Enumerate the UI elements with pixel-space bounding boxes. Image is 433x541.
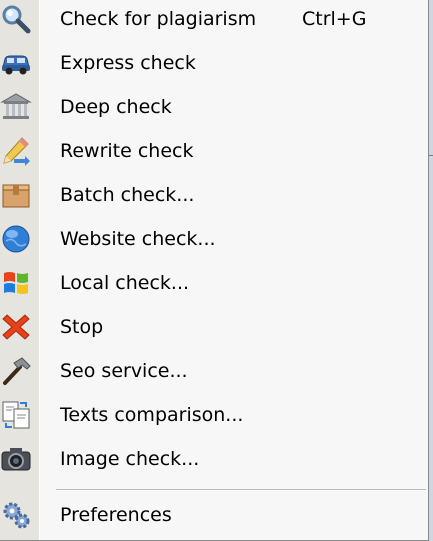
menu-separator <box>56 489 426 491</box>
menu-item-label: Deep check <box>60 96 172 118</box>
menu-item-label: Batch check... <box>60 184 195 206</box>
menu-item-label: Rewrite check <box>60 140 194 162</box>
menu-item-image-check[interactable]: Image check... <box>0 437 429 481</box>
windows-logo-icon <box>0 267 32 299</box>
menu-item-website-check[interactable]: Website check... <box>0 217 429 261</box>
context-menu: Check for plagiarism Ctrl+G Express chec… <box>0 0 429 541</box>
globe-icon <box>0 223 32 255</box>
menu-item-local-check[interactable]: Local check... <box>0 261 429 305</box>
car-icon <box>0 47 32 79</box>
camera-icon <box>0 443 32 475</box>
shortcut-label: Ctrl+G <box>302 8 367 30</box>
box-icon <box>0 179 32 211</box>
menu-item-seo-service[interactable]: Seo service... <box>0 349 429 393</box>
menu-item-label: Express check <box>60 52 196 74</box>
menu-item-check-for-plagiarism[interactable]: Check for plagiarism Ctrl+G <box>0 0 429 41</box>
menu-item-deep-check[interactable]: Deep check <box>0 85 429 129</box>
hammer-icon <box>0 355 32 387</box>
background-window-edge <box>429 0 433 541</box>
magnifier-icon <box>0 3 32 35</box>
pencil-icon <box>0 135 32 167</box>
compare-documents-icon <box>0 399 32 431</box>
menu-item-label: Check for plagiarism <box>60 8 257 30</box>
menu-item-preferences[interactable]: Preferences <box>0 493 429 537</box>
menu-item-express-check[interactable]: Express check <box>0 41 429 85</box>
menu-item-rewrite-check[interactable]: Rewrite check <box>0 129 429 173</box>
gears-icon <box>0 499 32 531</box>
menu-item-label: Website check... <box>60 228 216 250</box>
menu-item-label: Image check... <box>60 448 200 470</box>
menu-item-label: Texts comparison... <box>60 404 244 426</box>
menu-item-label: Preferences <box>60 504 172 526</box>
menu-item-label: Seo service... <box>60 360 188 382</box>
menu-item-label: Stop <box>60 316 104 338</box>
bank-icon <box>0 91 32 123</box>
menu-item-label: Local check... <box>60 272 190 294</box>
menu-item-texts-comparison[interactable]: Texts comparison... <box>0 393 429 437</box>
stop-x-icon <box>0 311 32 343</box>
menu-item-stop[interactable]: Stop <box>0 305 429 349</box>
menu-item-batch-check[interactable]: Batch check... <box>0 173 429 217</box>
background-window-line <box>429 155 433 156</box>
